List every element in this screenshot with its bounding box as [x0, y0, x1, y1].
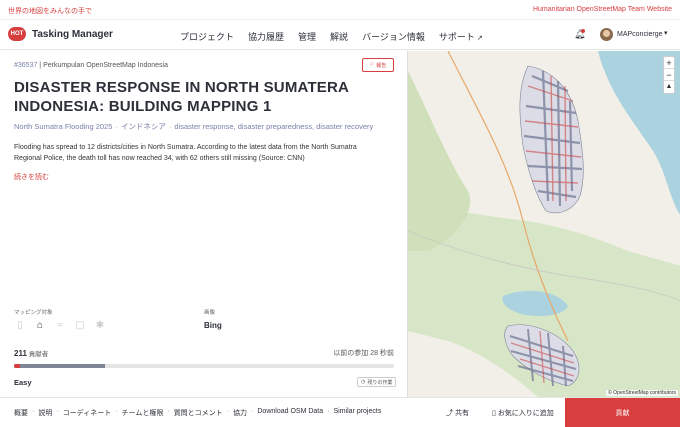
- footer-link-download[interactable]: Download OSM Data: [257, 408, 323, 418]
- bookmark-icon: ▯: [492, 410, 496, 417]
- progress-bar: [14, 364, 394, 368]
- read-more-link[interactable]: 続きを読む: [14, 172, 49, 182]
- waterway-icon: ≈: [57, 319, 63, 331]
- building-icon: ⌂: [36, 319, 44, 331]
- project-detail: #36537 | Perkumpulan OpenStreetMap Indon…: [0, 51, 405, 397]
- project-id-line: #36537 | Perkumpulan OpenStreetMap Indon…: [14, 62, 168, 69]
- landuse-icon: ▢: [75, 319, 85, 331]
- project-map[interactable]: + − ▲ © OpenStreetMap contributors: [407, 51, 680, 397]
- nav-item-manage[interactable]: 管理: [298, 30, 316, 43]
- nav-item-contributions[interactable]: 協力履歴: [248, 30, 284, 43]
- project-id[interactable]: #36537: [14, 62, 37, 69]
- external-link-icon: ↗: [476, 35, 483, 42]
- map-canvas[interactable]: [408, 51, 680, 397]
- footer-link-overview[interactable]: 概要: [14, 408, 28, 418]
- page-title: DISASTER RESPONSE IN NORTH SUMATERA INDO…: [14, 79, 349, 115]
- report-button-label: 報告: [376, 62, 387, 69]
- logo[interactable]: HOT Tasking Manager: [8, 27, 113, 41]
- project-description: Flooding has spread to 12 districts/citi…: [14, 144, 357, 162]
- mapped-progress: [14, 364, 106, 368]
- nav-item-learn[interactable]: 解説: [330, 30, 348, 43]
- footer-link-similar[interactable]: Similar projects: [333, 408, 381, 418]
- footer-link-description[interactable]: 説明: [38, 408, 52, 418]
- map-attribution[interactable]: © OpenStreetMap contributors: [606, 390, 678, 396]
- footer-link-teams[interactable]: チームと権限: [122, 408, 164, 418]
- app-name: Tasking Manager: [32, 28, 113, 40]
- hot-website-link[interactable]: Humanitarian OpenStreetMap Team Website: [533, 6, 672, 13]
- country-tag[interactable]: インドネシア: [121, 122, 166, 131]
- validated-progress: [14, 364, 20, 368]
- imagery-label: 画像: [204, 310, 216, 316]
- mapping-types-label: マッピング対象: [14, 310, 53, 316]
- footer-link-contributions[interactable]: 協力: [233, 408, 247, 418]
- road-icon: ▯: [17, 319, 23, 331]
- flag-icon: ⚐: [369, 62, 375, 68]
- difficulty-level: Easy: [14, 378, 32, 387]
- top-bar: 世界の地図をみんなの手で Humanitarian OpenStreetMap …: [0, 0, 680, 20]
- share-button[interactable]: ⤴ 共有: [446, 408, 469, 418]
- nav-item-support-label: サポート: [438, 32, 475, 42]
- zoom-controls: + − ▲: [663, 56, 675, 94]
- hot-logo-icon: HOT: [8, 27, 26, 41]
- campaign-tag[interactable]: North Sumatra Flooding 2025: [14, 122, 112, 131]
- clock-icon: ◷: [361, 379, 366, 385]
- interests-tag[interactable]: disaster response, disaster preparedness…: [174, 122, 373, 131]
- main-nav: HOT Tasking Manager プロジェクト 協力履歴 管理 解説 バー…: [0, 20, 680, 50]
- favorite-label: お気に入りに追加: [497, 410, 554, 417]
- share-icon: ⤴: [446, 410, 453, 417]
- contribute-button[interactable]: 貢献: [565, 398, 680, 427]
- project-organisation: | Perkumpulan OpenStreetMap Indonesia: [37, 62, 168, 69]
- contributors-count[interactable]: 211 貢献者: [14, 348, 48, 358]
- report-button[interactable]: ⚐ 報告: [362, 58, 394, 72]
- contributors-number: 211: [14, 349, 27, 358]
- zoom-in-button[interactable]: +: [664, 57, 674, 69]
- nav-menu: プロジェクト 協力履歴 管理 解説 バージョン情報 サポート ↗: [180, 30, 483, 43]
- other-icon: ✱: [95, 319, 105, 331]
- favorite-button[interactable]: ▯ お気に入りに追加: [492, 408, 554, 418]
- nav-item-projects[interactable]: プロジェクト: [180, 30, 234, 43]
- avatar[interactable]: [600, 28, 613, 41]
- imagery-value: Bing: [204, 321, 222, 330]
- remaining-work-label: 残りの作業: [367, 379, 393, 386]
- footer-link-questions[interactable]: 質問とコメント: [174, 408, 223, 418]
- notification-dot: [581, 29, 585, 33]
- share-label: 共有: [454, 410, 469, 417]
- nav-item-support[interactable]: サポート ↗: [439, 30, 483, 43]
- last-active: 以前の参加 28 秒前: [333, 350, 394, 357]
- remaining-work-badge[interactable]: ◷ 残りの作業: [357, 377, 397, 387]
- project-tags: North Sumatra Flooding 2025 · インドネシア · disas…: [14, 122, 374, 131]
- nav-item-about[interactable]: バージョン情報: [362, 30, 425, 43]
- project-footer: 概要 · 説明 · コーディネート · チームと権限 · 質問とコメント · 協力 · Do…: [0, 397, 680, 427]
- footer-link-coordination[interactable]: コーディネート: [63, 408, 112, 418]
- reset-bearing-button[interactable]: ▲: [664, 81, 674, 93]
- chevron-down-icon[interactable]: ▾: [664, 29, 668, 37]
- zoom-out-button[interactable]: −: [664, 69, 674, 81]
- tagline: 世界の地図をみんなの手で: [8, 8, 92, 15]
- username[interactable]: MAPconcierge: [617, 31, 663, 38]
- contributors-label: 貢献者: [26, 351, 49, 358]
- mapping-types: ▯ ⌂ ≈ ▢ ✱: [14, 319, 106, 331]
- footer-nav: 概要 · 説明 · コーディネート · チームと権限 · 質問とコメント · 協力 · Do…: [14, 408, 382, 418]
